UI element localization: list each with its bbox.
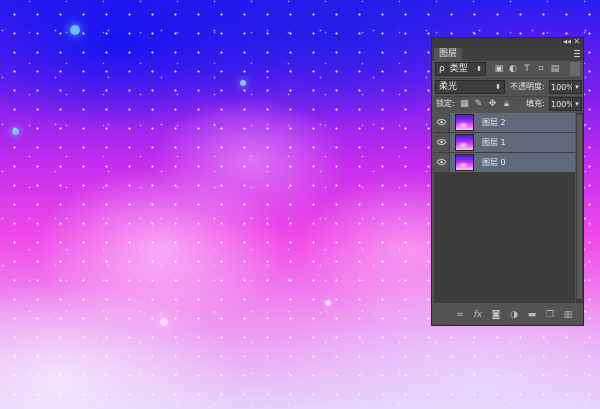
search-icon: ρ	[439, 64, 445, 74]
eye-icon	[437, 119, 446, 125]
pink-glow	[325, 300, 331, 306]
fill-value: 100%	[551, 100, 574, 109]
trash-icon[interactable]: ▥	[562, 309, 574, 321]
opacity-label: 不透明度:	[510, 82, 545, 91]
fx-icon[interactable]: fx	[472, 309, 484, 321]
lock-brush-icon[interactable]: ✎	[474, 99, 483, 109]
lock-label: 锁定:	[436, 99, 455, 108]
layer-row[interactable]: 图层 1	[434, 133, 575, 153]
chevron-down-icon: ⬍	[495, 83, 501, 91]
lock-transparent-icon[interactable]: ▦	[460, 99, 469, 109]
filter-toggle-icon[interactable]	[570, 62, 580, 76]
link-icon[interactable]: ∞	[454, 309, 466, 321]
filter-kind-select[interactable]: ρ 类型 ⬍	[435, 62, 486, 76]
tab-layers[interactable]: 图层	[434, 48, 463, 61]
visibility-toggle[interactable]	[434, 113, 450, 132]
opacity-input[interactable]: 100%	[549, 80, 574, 94]
mask-icon[interactable]: ◙	[490, 309, 502, 321]
fill-input[interactable]: 100%	[549, 97, 574, 111]
opacity-value: 100%	[551, 83, 574, 92]
layer-name[interactable]: 图层 2	[482, 113, 506, 132]
chevron-down-icon: ⬍	[476, 65, 482, 73]
adjustment-filter-icon[interactable]: ◐	[508, 64, 518, 74]
visibility-toggle[interactable]	[434, 133, 450, 152]
cyan-glow	[70, 25, 80, 35]
layer-thumbnail	[455, 114, 474, 131]
fill-label: 填充:	[526, 99, 545, 108]
pink-glow	[160, 318, 168, 326]
eye-icon	[437, 139, 446, 145]
fill-dropdown-button[interactable]: ▾	[572, 97, 582, 111]
lock-all-icon[interactable]: 🔒︎	[502, 99, 511, 109]
layer-name[interactable]: 图层 1	[482, 133, 506, 152]
smart-object-filter-icon[interactable]: ▤	[550, 64, 560, 74]
close-icon[interactable]: ✕	[573, 37, 580, 47]
blend-mode-select[interactable]: 柔光 ⬍	[435, 80, 505, 94]
layers-scrollbar[interactable]	[576, 113, 583, 303]
collapse-icon[interactable]: ◂◂	[563, 37, 571, 47]
layers-list: 图层 2 图层 1 图层 0	[434, 113, 575, 303]
layers-toolbar: ∞ fx ◙ ◑ ▬ ❐ ▥	[434, 308, 581, 322]
layer-thumbnail	[455, 134, 474, 151]
layers-panel: ◂◂ ✕ 图层 ρ 类型 ⬍ ▣ ◐ T ⌗ ▤ 柔光 ⬍ 不透明度: 100%…	[431, 37, 584, 326]
folder-icon[interactable]: ▬	[526, 309, 538, 321]
scrollbar-thumb[interactable]	[577, 115, 582, 299]
panel-tabs: 图层	[432, 47, 583, 61]
pixel-filter-icon[interactable]: ▣	[494, 64, 504, 74]
layer-row[interactable]: 图层 0	[434, 153, 575, 173]
filter-kind-label: 类型	[449, 64, 468, 74]
shape-filter-icon[interactable]: ⌗	[536, 64, 546, 74]
eye-icon	[437, 159, 446, 165]
layer-name[interactable]: 图层 0	[482, 153, 506, 172]
layer-thumbnail	[455, 154, 474, 171]
lock-move-icon[interactable]: ✥	[488, 99, 497, 109]
opacity-dropdown-button[interactable]: ▾	[572, 80, 582, 94]
visibility-toggle[interactable]	[434, 153, 450, 172]
type-filter-icon[interactable]: T	[522, 64, 532, 74]
cyan-glow	[240, 80, 246, 86]
panel-titlebar[interactable]: ◂◂ ✕	[432, 37, 583, 47]
layer-row[interactable]: 图层 2	[434, 113, 575, 133]
blend-mode-value: 柔光	[439, 82, 458, 92]
new-layer-icon[interactable]: ❐	[544, 309, 556, 321]
adjustment-icon[interactable]: ◑	[508, 309, 520, 321]
cyan-glow	[12, 128, 19, 135]
panel-menu-icon[interactable]	[574, 48, 580, 58]
